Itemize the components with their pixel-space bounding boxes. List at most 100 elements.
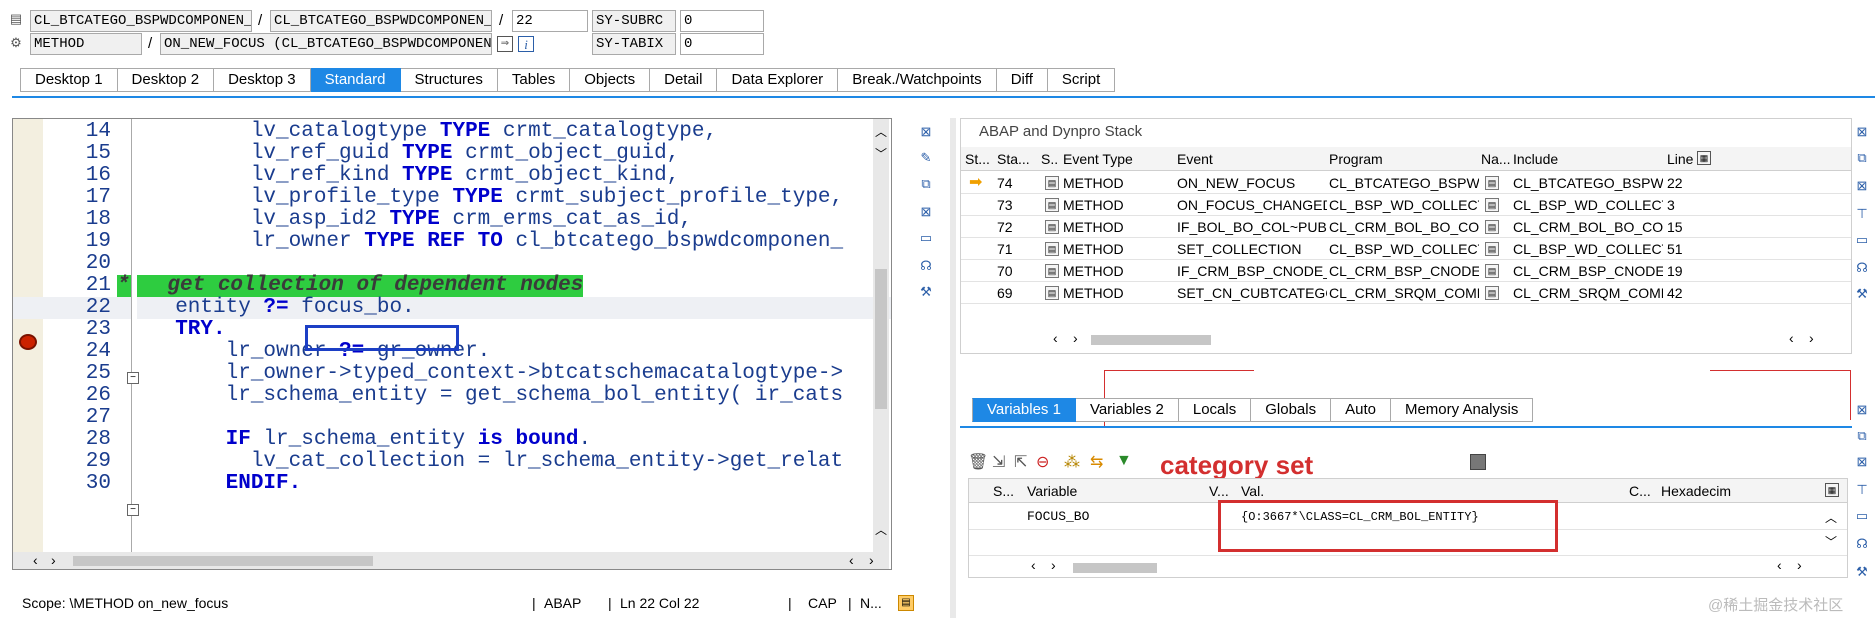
close-icon[interactable]: ⊠: [1852, 122, 1872, 142]
tab-break-watchpoints[interactable]: Break./Watchpoints: [838, 68, 997, 92]
scroll-right-icon[interactable]: ›: [869, 552, 874, 568]
code-line[interactable]: 21 * get collection of dependent nodes: [13, 275, 891, 297]
stack-col-header[interactable]: Event Type: [1063, 147, 1175, 173]
code-line[interactable]: 20: [13, 253, 891, 275]
code-line[interactable]: 29 lv_cat_collection = lr_schema_entity-…: [13, 451, 891, 473]
scroll-right-icon[interactable]: ›: [51, 552, 56, 568]
navigate-icon[interactable]: ⇒: [497, 36, 513, 52]
method-name-field[interactable]: ON_NEW_FOCUS (CL_BTCATEGO_BSPWDCOMPONEN_…: [160, 33, 492, 55]
code-line[interactable]: 27: [13, 407, 891, 429]
vars-scroll-thumb[interactable]: [1073, 563, 1157, 573]
close-icon[interactable]: ⊠: [1852, 400, 1872, 420]
vars-tab-locals[interactable]: Locals: [1178, 398, 1252, 422]
tools-icon[interactable]: ⚒: [1852, 562, 1872, 582]
split-icon[interactable]: ⧉: [1852, 148, 1872, 168]
stack-row[interactable]: ▤▤70METHODIF_CRM_BSP_CNODE_BI...CL_CRM_B…: [961, 260, 1851, 282]
import-icon[interactable]: ⇲: [992, 452, 1005, 472]
vars-tab-auto[interactable]: Auto: [1331, 398, 1391, 422]
stack-scroll-right-icon[interactable]: ›: [1809, 330, 1814, 346]
vars-scroll-right-icon[interactable]: ›: [1797, 557, 1802, 573]
horizontal-scrollbar[interactable]: ‹ › ‹ ›: [13, 552, 889, 569]
vars-col-header[interactable]: S...: [993, 479, 1023, 505]
window-icon[interactable]: ⊤: [1852, 480, 1872, 500]
window-icon[interactable]: ▭: [1852, 506, 1872, 526]
stack-row[interactable]: ▤ ▤ 73 METHOD ON_FOCUS_CHANGED CL_BSP_WD_COLL…: [961, 194, 1851, 216]
vars-scroll-right-icon[interactable]: ›: [1051, 557, 1056, 573]
stack-col-header[interactable]: Sta...: [997, 147, 1039, 173]
navigate-icon[interactable]: ▤: [1485, 198, 1499, 212]
info-icon[interactable]: i: [518, 36, 534, 52]
vars-col-header[interactable]: C...: [1629, 479, 1659, 505]
scroll-left-icon[interactable]: ‹: [849, 552, 854, 568]
window-icon[interactable]: ▭: [1852, 230, 1872, 250]
tab-diff[interactable]: Diff: [996, 68, 1048, 92]
navigate-icon[interactable]: ▤: [1485, 242, 1499, 256]
tab-detail[interactable]: Detail: [650, 68, 718, 92]
vars-tab-variables-1[interactable]: Variables 1: [972, 398, 1076, 422]
vars-col-header[interactable]: Hexadecim: [1661, 479, 1741, 505]
code-line[interactable]: 22 entity ?= focus_bo.: [13, 297, 891, 319]
source-code-editor[interactable]: 14 lv_catalogtype TYPE crmt_catalogtype,…: [12, 118, 892, 570]
stack-col-header[interactable]: Include: [1513, 147, 1663, 173]
stack-scroll-right-icon[interactable]: ›: [1073, 330, 1078, 346]
stack-col-header[interactable]: Na...: [1481, 147, 1511, 173]
navigate-icon[interactable]: ▤: [1485, 264, 1499, 278]
sy-subrc-value[interactable]: 0: [680, 10, 764, 32]
status-settings-icon[interactable]: ▤: [898, 595, 914, 611]
vars-scroll-up-icon[interactable]: ︿: [1825, 509, 1837, 526]
stack-col-header[interactable]: S..: [1041, 147, 1061, 173]
class-name-field[interactable]: CL_BTCATEGO_BSPWDCOMPONEN_CN0...: [30, 10, 252, 32]
event-type-field[interactable]: METHOD: [30, 33, 142, 55]
arrows-icon[interactable]: ⇆: [1090, 452, 1103, 472]
tab-standard[interactable]: Standard: [310, 68, 401, 92]
stack-row[interactable]: ▤▤72METHODIF_BOL_BO_COL~PUBLI...CL_CRM_B…: [961, 216, 1851, 238]
breakpoint-marker-icon[interactable]: [19, 334, 37, 350]
remove-icon[interactable]: ⊖: [1036, 452, 1049, 472]
scroll-down-icon[interactable]: ﹀: [875, 145, 887, 162]
expand-icon[interactable]: ⁂: [1064, 452, 1080, 472]
maximize-icon[interactable]: ⊠: [916, 202, 936, 222]
scroll-thumb[interactable]: [73, 556, 373, 566]
code-line[interactable]: 25 lr_owner->typed_context->btcatschemac…: [13, 363, 891, 385]
vars-scroll-left-icon[interactable]: ‹: [1031, 557, 1036, 573]
stack-row[interactable]: ▤▤69METHODSET_CN_CUBTCATEGOR...CL_CRM_SR…: [961, 282, 1851, 304]
fold-toggle-try[interactable]: −: [127, 372, 139, 384]
maximize-icon[interactable]: ⊠: [1852, 176, 1872, 196]
code-line[interactable]: 28 IF lr_schema_entity is bound.: [13, 429, 891, 451]
vertical-scrollbar[interactable]: ︿ ﹀ ︿: [873, 119, 889, 569]
headset-icon[interactable]: ☊: [916, 256, 936, 276]
code-line[interactable]: 26 lr_schema_entity = get_schema_bol_ent…: [13, 385, 891, 407]
column-settings-icon[interactable]: ▦: [1697, 151, 1711, 165]
filter-icon[interactable]: ▼: [1116, 452, 1132, 470]
sy-tabix-value[interactable]: 0: [680, 33, 764, 55]
vars-scroll-left-icon[interactable]: ‹: [1777, 557, 1782, 573]
vars-col-header[interactable]: Variable: [1027, 479, 1177, 505]
scroll-up-icon[interactable]: ︿: [875, 521, 887, 538]
vars-scroll-down-icon[interactable]: ﹀: [1825, 533, 1837, 550]
split-icon[interactable]: ⧉: [1852, 426, 1872, 446]
navigate-icon[interactable]: ▤: [1485, 176, 1499, 190]
code-line[interactable]: 15 lv_ref_guid TYPE crmt_object_guid,: [13, 143, 891, 165]
scroll-up-icon[interactable]: ︿: [875, 123, 887, 140]
stack-row[interactable]: ▤ ▤ 71 METHOD SET_COLLECTION CL_BSP_WD_COLLEC…: [961, 238, 1851, 260]
vars-tab-globals[interactable]: Globals: [1251, 398, 1332, 422]
tools-icon[interactable]: ⚒: [916, 282, 936, 302]
tab-objects[interactable]: Objects: [570, 68, 651, 92]
stack-col-header[interactable]: Line: [1667, 147, 1699, 173]
export-icon[interactable]: ⇱: [1014, 452, 1027, 472]
maximize-icon[interactable]: ⊠: [1852, 452, 1872, 472]
window-icon[interactable]: ⊤: [1852, 204, 1872, 224]
tab-structures[interactable]: Structures: [400, 68, 498, 92]
tab-desktop-1[interactable]: Desktop 1: [20, 68, 118, 92]
code-line[interactable]: 17 lv_profile_type TYPE crmt_subject_pro…: [13, 187, 891, 209]
new-document-icon[interactable]: ✎: [916, 148, 936, 168]
stack-scroll-left-icon[interactable]: ‹: [1053, 330, 1058, 346]
stack-col-header[interactable]: Program: [1329, 147, 1479, 173]
window-icon[interactable]: ▭: [916, 228, 936, 248]
close-icon[interactable]: ⊠: [916, 122, 936, 142]
vars-tab-memory-analysis[interactable]: Memory Analysis: [1390, 398, 1534, 422]
fold-toggle-if[interactable]: −: [127, 504, 139, 516]
tab-script[interactable]: Script: [1047, 68, 1116, 92]
navigate-icon[interactable]: ▤: [1485, 220, 1499, 234]
save-icon[interactable]: [1470, 454, 1486, 470]
